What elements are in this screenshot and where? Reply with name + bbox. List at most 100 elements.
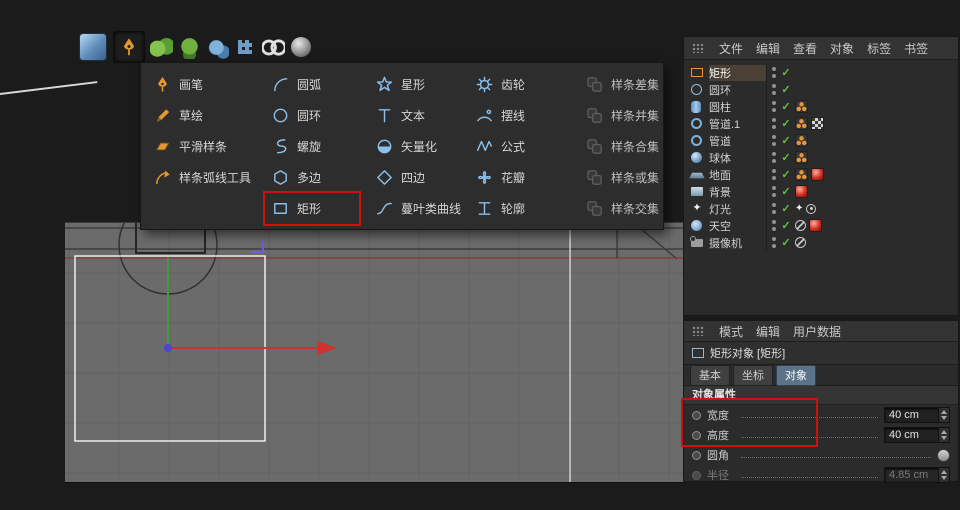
spline-pen-tool-icon[interactable] bbox=[113, 31, 145, 63]
tab-coordinates[interactable]: 坐标 bbox=[733, 365, 773, 386]
menu-item-sketch[interactable]: 草绘 bbox=[147, 100, 255, 131]
keyframe-circle-icon[interactable] bbox=[692, 431, 701, 440]
menu-item-bool-union[interactable]: 样条并集 bbox=[579, 100, 653, 131]
sphere-gray-icon[interactable] bbox=[291, 37, 311, 57]
menu-item-circle[interactable]: 圆环 bbox=[265, 100, 359, 131]
keyframe-circle-icon[interactable] bbox=[692, 471, 701, 480]
menu-item-four-side[interactable]: 四边 bbox=[369, 162, 459, 193]
spinner-down-icon[interactable] bbox=[941, 416, 947, 420]
radius-field[interactable]: 4.85 cm bbox=[884, 467, 950, 483]
object-row-cylinder[interactable]: 圆柱✓ bbox=[684, 98, 958, 115]
enabled-check-icon[interactable]: ✓ bbox=[780, 185, 792, 198]
array-grid-icon[interactable] bbox=[234, 36, 257, 59]
menu-item-rectangle[interactable]: 矩形 bbox=[265, 193, 359, 224]
am-menu-item-0[interactable]: 模式 bbox=[719, 323, 743, 340]
object-origin-point[interactable] bbox=[164, 344, 172, 352]
menu-item-cissoid[interactable]: 蔓叶类曲线 bbox=[369, 193, 459, 224]
menu-item-bool-difference[interactable]: 样条差集 bbox=[579, 69, 653, 100]
menu-item-gear[interactable]: 齿轮 bbox=[469, 69, 569, 100]
deformer-green-2-icon[interactable] bbox=[178, 36, 201, 59]
object-row-circle[interactable]: 圆环✓ bbox=[684, 81, 958, 98]
object-row-floor[interactable]: 地面✓ bbox=[684, 166, 958, 183]
tab-object[interactable]: 对象 bbox=[776, 365, 816, 386]
am-menu-item-2[interactable]: 用户数据 bbox=[793, 323, 841, 340]
mat-red-tag-icon[interactable] bbox=[795, 185, 808, 198]
menu-item-cycloid[interactable]: 摆线 bbox=[469, 100, 569, 131]
spinner-down-icon[interactable] bbox=[941, 436, 947, 440]
menu-item-star[interactable]: 星形 bbox=[369, 69, 459, 100]
spinner-down-icon[interactable] bbox=[941, 476, 947, 480]
enabled-check-icon[interactable]: ✓ bbox=[780, 236, 792, 249]
menu-item-profile[interactable]: 轮廓 bbox=[469, 193, 569, 224]
keyframe-circle-icon[interactable] bbox=[692, 411, 701, 420]
om-menu-item-2[interactable]: 查看 bbox=[793, 40, 817, 57]
am-menu-item-1[interactable]: 编辑 bbox=[756, 323, 780, 340]
enabled-check-icon[interactable]: ✓ bbox=[780, 151, 792, 164]
menu-item-formula[interactable]: 公式 bbox=[469, 131, 569, 162]
menu-item-bool-intersect[interactable]: 样条交集 bbox=[579, 193, 653, 224]
x-axis-arrowhead[interactable] bbox=[317, 341, 337, 355]
om-menu-item-5[interactable]: 书签 bbox=[904, 40, 928, 57]
phong-tag-icon[interactable] bbox=[795, 117, 808, 130]
visibility-dots-icon[interactable] bbox=[772, 66, 777, 79]
menu-item-smooth[interactable]: 平滑样条 bbox=[147, 131, 255, 162]
menu-item-bool-or[interactable]: 样条或集 bbox=[579, 162, 653, 193]
menu-item-vectorize[interactable]: 矢量化 bbox=[369, 131, 459, 162]
enabled-check-icon[interactable]: ✓ bbox=[780, 202, 792, 215]
spinner-up-icon[interactable] bbox=[941, 430, 947, 434]
light-star-tag-icon[interactable]: ✦ bbox=[795, 203, 803, 215]
phong-tag-icon[interactable] bbox=[795, 134, 808, 147]
panel-grip-icon[interactable] bbox=[692, 326, 704, 336]
object-row-rectangle[interactable]: 矩形✓ bbox=[684, 64, 958, 81]
deformer-green-icon[interactable] bbox=[150, 36, 173, 59]
visibility-dots-icon[interactable] bbox=[772, 100, 777, 113]
om-menu-item-0[interactable]: 文件 bbox=[719, 40, 743, 57]
menu-item-flower[interactable]: 花瓣 bbox=[469, 162, 569, 193]
viewport-canvas[interactable] bbox=[65, 223, 683, 482]
mat-red-tag-icon[interactable] bbox=[811, 168, 824, 181]
width-field[interactable]: 40 cm bbox=[884, 407, 950, 423]
spinner-arrows[interactable] bbox=[938, 468, 949, 482]
visibility-dots-icon[interactable] bbox=[772, 117, 777, 130]
keyframe-circle-icon[interactable] bbox=[692, 451, 701, 460]
block-tag-icon[interactable] bbox=[795, 237, 806, 248]
spinner-up-icon[interactable] bbox=[941, 410, 947, 414]
enabled-check-icon[interactable]: ✓ bbox=[780, 168, 792, 181]
enabled-check-icon[interactable]: ✓ bbox=[780, 134, 792, 147]
menu-item-ngon[interactable]: 多边 bbox=[265, 162, 359, 193]
object-row-camera[interactable]: 摄像机✓ bbox=[684, 234, 958, 251]
object-row-background[interactable]: 背景✓ bbox=[684, 183, 958, 200]
om-menu-item-4[interactable]: 标签 bbox=[867, 40, 891, 57]
om-menu-item-3[interactable]: 对象 bbox=[830, 40, 854, 57]
menu-item-arc-tool[interactable]: 样条弧线工具 bbox=[147, 162, 255, 193]
enabled-check-icon[interactable]: ✓ bbox=[780, 219, 792, 232]
visibility-dots-icon[interactable] bbox=[772, 168, 777, 181]
menu-item-bool-and[interactable]: 样条合集 bbox=[579, 131, 653, 162]
menu-item-pen[interactable]: 画笔 bbox=[147, 69, 255, 100]
enabled-check-icon[interactable]: ✓ bbox=[780, 66, 792, 79]
selected-point-handle[interactable] bbox=[251, 240, 263, 252]
spinner-arrows[interactable] bbox=[938, 428, 949, 442]
mat-checker-tag-icon[interactable] bbox=[811, 117, 824, 130]
phong-tag-icon[interactable] bbox=[795, 151, 808, 164]
object-row-tube[interactable]: 管道.1✓ bbox=[684, 115, 958, 132]
object-row-sky[interactable]: 天空✓ bbox=[684, 217, 958, 234]
visibility-dots-icon[interactable] bbox=[772, 219, 777, 232]
block-tag-icon[interactable] bbox=[795, 220, 806, 231]
target-tag-icon[interactable] bbox=[806, 204, 816, 214]
menu-item-helix[interactable]: 螺旋 bbox=[265, 131, 359, 162]
spinner-up-icon[interactable] bbox=[941, 470, 947, 474]
panel-grip-icon[interactable] bbox=[692, 43, 704, 53]
object-row-tube[interactable]: 管道✓ bbox=[684, 132, 958, 149]
mat-red-tag-icon[interactable] bbox=[809, 219, 822, 232]
height-field[interactable]: 40 cm bbox=[884, 427, 950, 443]
rounding-checkbox[interactable] bbox=[937, 449, 950, 462]
enabled-check-icon[interactable]: ✓ bbox=[780, 100, 792, 113]
enabled-check-icon[interactable]: ✓ bbox=[780, 83, 792, 96]
visibility-dots-icon[interactable] bbox=[772, 236, 777, 249]
visibility-dots-icon[interactable] bbox=[772, 134, 777, 147]
tab-basic[interactable]: 基本 bbox=[690, 365, 730, 386]
visibility-dots-icon[interactable] bbox=[772, 83, 777, 96]
cube-primitive-icon[interactable] bbox=[78, 32, 108, 62]
object-row-sphere[interactable]: 球体✓ bbox=[684, 149, 958, 166]
